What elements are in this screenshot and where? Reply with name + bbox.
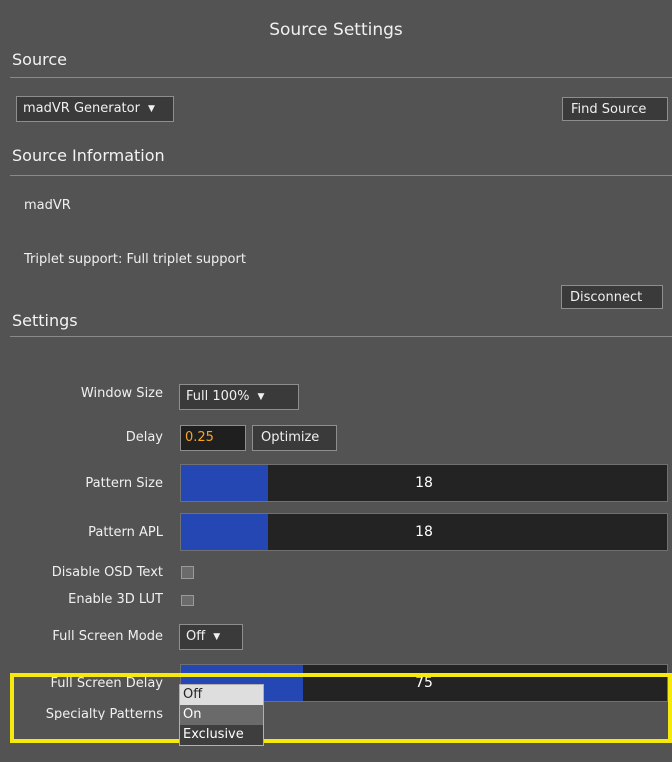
pattern-apl-slider[interactable]: 18 <box>180 513 668 551</box>
source-dropdown[interactable]: madVR Generator ▼ <box>16 96 174 122</box>
menu-item-off[interactable]: Off <box>180 685 263 705</box>
full-screen-delay-label: Full Screen Delay <box>50 676 163 691</box>
delay-input[interactable]: 0.25 <box>180 425 246 451</box>
full-screen-mode-dropdown[interactable]: Off ▼ <box>179 624 243 650</box>
pattern-apl-label: Pattern APL <box>88 525 163 540</box>
source-dropdown-value: madVR Generator <box>23 101 140 116</box>
dialog-title: Source Settings <box>269 20 403 40</box>
window-size-value: Full 100% <box>186 389 250 404</box>
full-screen-mode-value: Off <box>186 629 206 644</box>
pattern-size-value: 18 <box>415 475 433 491</box>
find-source-button[interactable]: Find Source <box>562 97 668 121</box>
disconnect-button[interactable]: Disconnect <box>561 285 663 309</box>
pattern-size-label: Pattern Size <box>85 476 163 491</box>
full-screen-mode-menu[interactable]: Off On Exclusive <box>179 684 264 746</box>
full-screen-mode-label: Full Screen Mode <box>52 629 163 644</box>
window-size-label: Window Size <box>80 386 163 401</box>
disable-osd-text-checkbox[interactable] <box>181 566 194 579</box>
menu-item-exclusive[interactable]: Exclusive <box>180 725 263 745</box>
enable-3d-lut-label: Enable 3D LUT <box>68 592 163 607</box>
settings-section-label: Settings <box>12 311 78 330</box>
pattern-size-slider[interactable]: 18 <box>180 464 668 502</box>
chevron-down-icon: ▼ <box>257 392 265 402</box>
source-section-label: Source <box>12 50 67 69</box>
disable-osd-text-label: Disable OSD Text <box>51 565 163 580</box>
specialty-patterns-label: Specialty Patterns <box>45 707 163 720</box>
chevron-down-icon: ▼ <box>213 632 221 642</box>
delay-label: Delay <box>125 430 163 445</box>
settings-divider <box>10 336 672 337</box>
window-size-dropdown[interactable]: Full 100% ▼ <box>179 384 299 410</box>
menu-item-on[interactable]: On <box>180 705 263 725</box>
source-divider <box>10 77 672 78</box>
chevron-down-icon: ▼ <box>147 104 155 114</box>
optimize-button[interactable]: Optimize <box>252 425 337 451</box>
enable-3d-lut-checkbox[interactable] <box>181 595 194 606</box>
source-information-section-label: Source Information <box>12 146 165 165</box>
pattern-apl-value: 18 <box>415 524 433 540</box>
triplet-support-text: Triplet support: Full triplet support <box>24 252 246 267</box>
source-name: madVR <box>24 198 71 213</box>
source-information-divider <box>10 175 672 176</box>
